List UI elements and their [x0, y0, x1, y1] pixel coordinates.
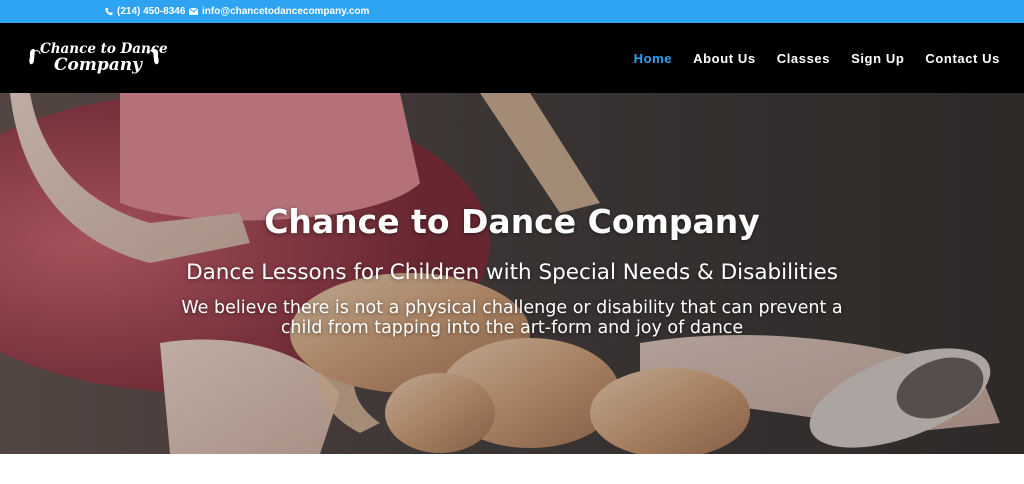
nav-classes[interactable]: Classes: [777, 51, 830, 66]
phone-icon: [105, 7, 113, 16]
phone-number: (214) 450-8346: [117, 6, 186, 17]
hero-title: Chance to Dance Company: [264, 202, 760, 241]
phone-link[interactable]: (214) 450-8346: [105, 0, 185, 23]
main-navigation: Home About Us Classes Sign Up Contact Us: [613, 23, 1000, 93]
envelope-icon: [189, 8, 198, 15]
site-logo[interactable]: Chance to Dance Company: [26, 40, 168, 78]
email-address: info@chancetodancecompany.com: [202, 6, 370, 17]
hero-text-block: Chance to Dance Company Dance Lessons fo…: [0, 93, 1024, 454]
page-content-start: [0, 454, 1024, 484]
nav-contact-us[interactable]: Contact Us: [925, 51, 1000, 66]
main-header: Chance to Dance Company Home About Us Cl…: [0, 23, 1024, 93]
nav-about-us[interactable]: About Us: [693, 51, 756, 66]
hero-description: We believe there is not a physical chall…: [181, 298, 843, 338]
hero-subtitle: Dance Lessons for Children with Special …: [186, 260, 838, 285]
hero-section: Chance to Dance Company Dance Lessons fo…: [0, 93, 1024, 454]
logo-text-line2: Company: [54, 55, 142, 75]
nav-sign-up[interactable]: Sign Up: [851, 51, 904, 66]
email-link[interactable]: info@chancetodancecompany.com: [189, 0, 369, 23]
top-contact-bar: (214) 450-8346 info@chancetodancecompany…: [0, 0, 1024, 23]
nav-home[interactable]: Home: [634, 51, 673, 66]
